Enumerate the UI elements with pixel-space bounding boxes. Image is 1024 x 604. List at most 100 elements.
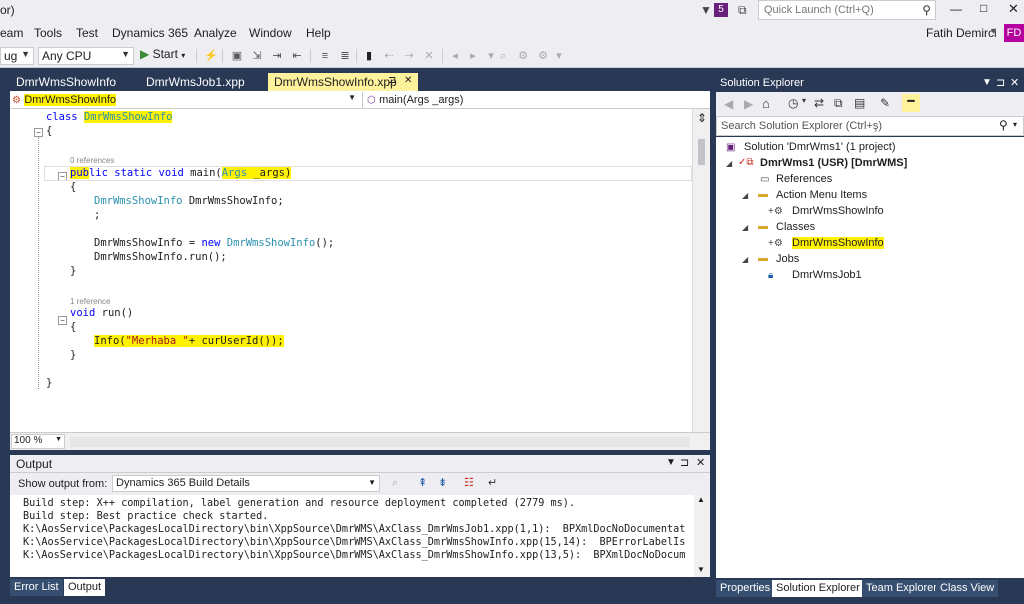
close-icon[interactable]: ✕ bbox=[404, 75, 412, 86]
tab-properties[interactable]: Properties bbox=[716, 580, 775, 597]
pin-icon[interactable]: ⊐ bbox=[680, 456, 689, 469]
sync-icon[interactable]: ⇄ bbox=[814, 96, 824, 110]
tree-item-jobs[interactable]: Jobs bbox=[776, 253, 799, 265]
prev-message-icon[interactable]: ⇞ bbox=[418, 476, 427, 489]
clear-bookmarks-icon[interactable]: ✕ bbox=[422, 49, 436, 63]
references-count[interactable]: 0 references bbox=[70, 156, 114, 165]
platform-combo[interactable]: Any CPU ▼ bbox=[38, 47, 134, 65]
word-wrap-icon[interactable]: ↵ bbox=[488, 476, 497, 489]
chevron-down-icon[interactable]: ▼ bbox=[666, 457, 676, 468]
quick-launch-box[interactable]: Quick Launch (Ctrl+Q) ⚲ bbox=[758, 0, 936, 20]
close-window-button[interactable]: ✕ bbox=[1008, 1, 1019, 17]
find-icon[interactable]: ⌕ bbox=[496, 49, 510, 63]
tree-item-dmrwmsjob1[interactable]: DmrWmsJob1 bbox=[792, 269, 862, 281]
step-icon[interactable]: ⇲ bbox=[250, 49, 264, 63]
tab-error-list[interactable]: Error List bbox=[10, 579, 63, 596]
expand-triangle-icon[interactable]: ◢ bbox=[742, 191, 748, 200]
show-files-icon[interactable]: ▤ bbox=[854, 96, 865, 110]
menu-test[interactable]: Test bbox=[76, 26, 98, 40]
expand-triangle-icon[interactable]: ◢ bbox=[742, 223, 748, 232]
comment-icon[interactable]: ≡ bbox=[318, 49, 332, 63]
solution-search-input[interactable]: Search Solution Explorer (Ctrl+ş) ⚲ ▾ bbox=[716, 116, 1024, 136]
menu-analyze[interactable]: Analyze bbox=[194, 26, 237, 40]
settings-icon[interactable]: ⚙ bbox=[536, 49, 550, 63]
pin-icon[interactable]: ⊐ bbox=[388, 75, 396, 86]
maximize-button[interactable]: □ bbox=[980, 1, 987, 15]
bookmark-icon[interactable]: ▮ bbox=[362, 49, 376, 63]
home-icon[interactable]: ⌂ bbox=[762, 96, 770, 111]
tree-item-references[interactable]: References bbox=[776, 173, 832, 185]
tool-icon[interactable]: ⚙ bbox=[516, 49, 530, 63]
preview-icon[interactable]: ━ bbox=[902, 94, 920, 112]
tree-item-action-menu-items[interactable]: Action Menu Items bbox=[776, 189, 867, 201]
indent-icon[interactable]: ⇥ bbox=[270, 49, 284, 63]
collapse-icon[interactable]: − bbox=[58, 316, 67, 325]
next-message-icon[interactable]: ⇟ bbox=[438, 476, 447, 489]
prev-bookmark-icon[interactable]: ⇠ bbox=[382, 49, 396, 63]
code-editor[interactable]: − − − class DmrWmsShowInfo { 0 reference… bbox=[10, 109, 710, 432]
chevron-up-icon[interactable]: ▲ bbox=[697, 495, 705, 504]
find-message-icon[interactable]: ⌕ bbox=[392, 477, 398, 490]
user-name[interactable]: Fatih Demirci bbox=[926, 26, 997, 40]
outdent-icon[interactable]: ⇤ bbox=[290, 49, 304, 63]
tab-team-explorer[interactable]: Team Explorer bbox=[862, 580, 941, 597]
avatar[interactable]: FD bbox=[1004, 24, 1024, 42]
menu-dynamics365[interactable]: Dynamics 365 bbox=[112, 26, 188, 40]
zoom-combo[interactable]: 100 % ▼ bbox=[11, 434, 65, 449]
tab-dmrwmsshowinfo-designer[interactable]: DmrWmsShowInfo bbox=[10, 73, 122, 91]
editor-vertical-scrollbar[interactable]: ⇕ bbox=[692, 109, 710, 432]
feedback-icon[interactable]: ⧉ bbox=[738, 3, 747, 18]
nav-forward-icon[interactable]: ▸ bbox=[466, 49, 480, 63]
history-icon[interactable]: ◷ bbox=[788, 96, 798, 110]
next-bookmark-icon[interactable]: ⇢ bbox=[402, 49, 416, 63]
chevron-down-icon[interactable]: ▾ bbox=[991, 26, 996, 37]
expand-triangle-icon[interactable]: ◢ bbox=[742, 255, 748, 264]
back-icon[interactable]: ◀ bbox=[724, 97, 733, 111]
collapse-icon[interactable]: − bbox=[34, 128, 43, 137]
filter-icon[interactable]: ▼ bbox=[700, 3, 712, 17]
close-icon[interactable]: ✕ bbox=[696, 456, 705, 469]
menu-team[interactable]: eam bbox=[0, 26, 23, 40]
tree-item-menu-dmrwmsshowinfo[interactable]: DmrWmsShowInfo bbox=[792, 205, 884, 217]
start-button[interactable]: ▶ Start ▾ bbox=[140, 47, 185, 65]
tree-item-solution[interactable]: Solution 'DmrWms1' (1 project) bbox=[744, 141, 896, 153]
menu-tools[interactable]: Tools bbox=[34, 26, 62, 40]
output-source-combo[interactable]: Dynamics 365 Build Details ▼ bbox=[112, 475, 380, 492]
search-icon[interactable]: ⚲ bbox=[922, 3, 931, 17]
output-scrollbar[interactable]: ▲ ▼ bbox=[694, 495, 710, 577]
minimize-button[interactable]: — bbox=[950, 2, 962, 16]
configuration-combo[interactable]: ug ▼ bbox=[0, 47, 34, 65]
tab-output[interactable]: Output bbox=[64, 579, 106, 596]
chevron-down-icon[interactable]: ▼ bbox=[982, 77, 992, 88]
menu-help[interactable]: Help bbox=[306, 26, 331, 40]
pin-icon[interactable]: ⊐ bbox=[996, 76, 1005, 89]
tree-item-project[interactable]: DmrWms1 (USR) [DmrWMS] bbox=[760, 157, 907, 169]
scroll-thumb[interactable] bbox=[698, 139, 705, 165]
uncomment-icon[interactable]: ≣ bbox=[338, 49, 352, 63]
tab-dmrwmsshowinfo-xpp[interactable]: DmrWmsShowInfo.xpp ⊐ ✕ bbox=[268, 73, 418, 91]
editor-horizontal-scrollbar[interactable] bbox=[70, 437, 690, 447]
tab-dmrwmsjob1[interactable]: DmrWmsJob1.xpp bbox=[140, 73, 251, 91]
tab-class-view[interactable]: Class View bbox=[936, 580, 999, 597]
chevron-down-icon[interactable]: ▾ bbox=[1013, 120, 1017, 129]
references-count[interactable]: 1 reference bbox=[70, 297, 110, 306]
chevron-down-icon[interactable]: ▼ bbox=[697, 565, 705, 574]
notification-badge[interactable]: 5 bbox=[714, 3, 728, 17]
tree-item-class-dmrwmsshowinfo[interactable]: DmrWmsShowInfo bbox=[792, 237, 884, 249]
close-icon[interactable]: ✕ bbox=[1010, 76, 1019, 89]
attach-icon[interactable]: ⚡ bbox=[204, 49, 218, 63]
properties-icon[interactable]: ✎ bbox=[880, 96, 890, 110]
collapse-all-icon[interactable]: ⧉ bbox=[834, 96, 843, 111]
menu-window[interactable]: Window bbox=[249, 26, 292, 40]
forward-icon[interactable]: ▶ bbox=[744, 97, 753, 111]
split-icon[interactable]: ⇕ bbox=[697, 111, 707, 125]
chevron-down-icon[interactable]: ▾ bbox=[802, 96, 806, 105]
method-dropdown[interactable]: ⬡ main(Args _args) bbox=[362, 92, 708, 108]
search-icon[interactable]: ⚲ bbox=[999, 118, 1008, 132]
clear-all-icon[interactable]: ☷ bbox=[464, 476, 474, 489]
class-dropdown[interactable]: ⚙ DmrWmsShowInfo ▼ bbox=[12, 92, 358, 108]
chevron-down-icon[interactable]: ▾ bbox=[552, 49, 566, 63]
output-text-area[interactable]: Build step: X++ compilation, label gener… bbox=[10, 495, 710, 577]
window-icon[interactable]: ▣ bbox=[230, 49, 244, 63]
expand-triangle-icon[interactable]: ◢ bbox=[726, 159, 732, 168]
